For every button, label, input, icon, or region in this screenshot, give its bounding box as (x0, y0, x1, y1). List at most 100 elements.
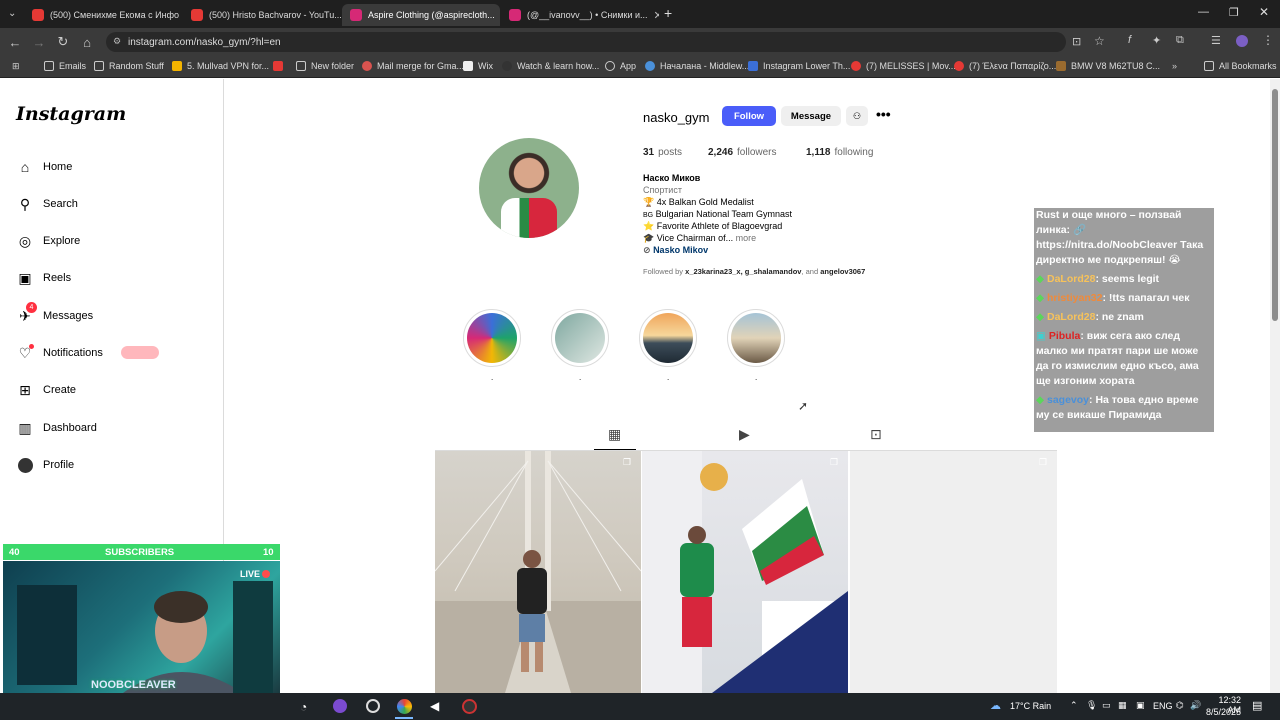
bookmark-app[interactable]: App (605, 61, 636, 71)
network-icon[interactable]: ⌬ (1176, 700, 1184, 711)
follow-button[interactable]: Follow (722, 106, 776, 126)
sidebar-item-create[interactable]: ⊞ Create (16, 378, 76, 402)
browser-tab-4[interactable]: (@__ivanovv__) • Снимки и... ✕ (501, 4, 659, 26)
weather-text[interactable]: 17°C Rain (1010, 701, 1051, 711)
taskbar-app-icon[interactable]: ◀ (430, 699, 439, 713)
sidebar-item-notifications[interactable]: ♡ Notifications (16, 341, 159, 365)
trophy-icon: 🏆 (643, 197, 655, 207)
side-panel-icon[interactable]: ☰ (1211, 34, 1221, 47)
clock-date[interactable]: 8/5/2025 (1203, 707, 1241, 717)
tray-icon[interactable]: ▣ (1136, 700, 1145, 711)
bookmark-mail-merge[interactable]: Mail merge for Gma... (362, 61, 464, 71)
following-count[interactable]: 1,118 following (806, 147, 873, 158)
bookmark-new-folder[interactable]: New folder (296, 61, 354, 71)
post-thumbnail-flag[interactable]: ❐ (642, 451, 848, 693)
install-icon[interactable]: ⊡ (1072, 35, 1081, 48)
bookmark-middleware[interactable]: Началана - Middlew... (645, 61, 749, 71)
volume-icon[interactable]: 🔊 (1190, 700, 1201, 711)
post-thumbnail-bridge[interactable]: ❐ (435, 451, 641, 693)
forward-icon[interactable]: → (27, 35, 51, 50)
chevron-right-icon[interactable]: » (1172, 61, 1177, 71)
sidebar-item-profile[interactable]: Profile (16, 453, 74, 477)
story-highlight-3[interactable] (639, 309, 697, 367)
close-tab-icon[interactable]: ✕ (648, 9, 660, 22)
bookmark-wix[interactable]: Wix (463, 61, 493, 71)
tab-posts-grid-icon[interactable]: ▦ (608, 426, 621, 443)
bookmark-youtube[interactable] (273, 61, 288, 71)
bookmark-label: Instagram Lower Th... (763, 61, 851, 71)
stream-chat-overlay: Rust и още много – ползвай линка: 🔗 http… (1034, 208, 1214, 432)
extension-f-icon[interactable]: f (1128, 34, 1131, 46)
bookmark-watch-learn[interactable]: Watch & learn how... (502, 61, 599, 71)
suggest-user-icon[interactable]: ⚇ (846, 106, 868, 126)
bookmark-bmw[interactable]: BMW V8 M62TU8 C... (1056, 61, 1160, 71)
browser-tab-1[interactable]: (500) Сменихме Екома с Инфо П...✕ (24, 4, 182, 26)
bookmark-melisses[interactable]: (7) MELISSES | Mov... (851, 61, 956, 71)
sidebar-item-messages[interactable]: ✈ 4 Messages (16, 302, 93, 328)
bookmark-emails[interactable]: Emails (44, 61, 86, 71)
mouse-cursor-icon: ➚ (798, 399, 809, 413)
home-browser-icon[interactable]: ⌂ (75, 35, 99, 50)
close-window-icon[interactable]: ✕ (1259, 5, 1269, 19)
url-text: instagram.com/nasko_gym/?hl=en (128, 36, 281, 48)
sidebar-item-reels[interactable]: ▣ Reels (16, 266, 71, 290)
taskbar-app-icon[interactable] (333, 699, 347, 713)
bookmark-instagram-lower[interactable]: Instagram Lower Th... (748, 61, 850, 71)
page-scrollbar[interactable] (1270, 79, 1280, 693)
all-bookmarks[interactable]: All Bookmarks (1204, 61, 1277, 71)
tab-tagged-icon[interactable]: ⊡ (870, 426, 882, 443)
show-hidden-icons[interactable]: ⌃ (1070, 700, 1078, 711)
language-indicator[interactable]: ENG (1153, 701, 1173, 711)
close-tab-icon[interactable]: ✕ (495, 9, 500, 22)
browser-tab-2[interactable]: (500) Hristo Bachvarov - YouTu...✕ (183, 4, 341, 26)
story-highlight-2[interactable] (551, 309, 609, 367)
taskbar-app-icon[interactable]: ◔ (300, 700, 307, 714)
browser-tab-3-active[interactable]: Aspire Clothing (@aspirecloth...✕ (342, 4, 500, 26)
bookmark-elena[interactable]: (7) Έλενα Παπαρίζο... (954, 61, 1056, 71)
more-link[interactable]: more (736, 233, 757, 243)
instagram-logo[interactable]: Instagram (16, 103, 126, 125)
tray-icon[interactable]: ▭ (1102, 700, 1111, 711)
apps-grid-icon[interactable]: ⊞ (12, 61, 20, 72)
new-tab-icon[interactable]: + (664, 5, 672, 21)
obs-icon[interactable] (462, 699, 477, 714)
extension-icon[interactable]: ✦ (1152, 34, 1161, 47)
mullvad-icon (172, 61, 182, 71)
post-thumbnail-loading[interactable]: ❐ (850, 451, 1057, 693)
tray-icon[interactable]: ▦ (1118, 700, 1127, 711)
bookmark-mullvad[interactable]: 5. Mullvad VPN for... (172, 61, 269, 71)
sidebar-item-explore[interactable]: ◎ Explore (16, 229, 80, 253)
url-bar[interactable]: ⚙ instagram.com/nasko_gym/?hl=en (106, 32, 1066, 52)
back-icon[interactable]: ← (3, 35, 27, 50)
sidebar-item-search[interactable]: ⚲ Search (16, 192, 78, 216)
microphone-icon[interactable]: 🎙 (1086, 700, 1097, 711)
sidebar-item-home[interactable]: ⌂ Home (16, 155, 73, 179)
message-button[interactable]: Message (781, 106, 841, 126)
story-highlight-1[interactable] (463, 309, 521, 367)
tab-list-icon[interactable]: ⌄ (8, 8, 20, 20)
reload-icon[interactable]: ↻ (51, 34, 75, 50)
tab-reels-icon[interactable]: ▶ (739, 426, 750, 443)
bookmark-random-stuff[interactable]: Random Stuff (94, 61, 164, 71)
minimize-icon[interactable]: — (1198, 6, 1209, 18)
active-app-indicator (395, 717, 413, 719)
followers-count[interactable]: 2,246 followers (708, 147, 777, 158)
profile-avatar-icon[interactable] (1236, 35, 1248, 47)
menu-kebab-icon[interactable]: ⋮ (1262, 33, 1274, 47)
chrome-icon[interactable] (397, 699, 412, 714)
restore-icon[interactable]: ❐ (1229, 6, 1239, 19)
bookmark-star-icon[interactable]: ☆ (1094, 34, 1105, 48)
sidebar-item-dashboard[interactable]: ▥ Dashboard (16, 416, 96, 440)
profile-link[interactable]: ⊘ Nasko Mikov (643, 245, 708, 256)
options-icon[interactable]: ••• (876, 106, 891, 122)
chat-message: ◆ DaLord28: ne znam (1036, 310, 1212, 325)
followed-by[interactable]: Followed by x_23karina23_x, g_shalamando… (643, 267, 865, 276)
taskbar-app-icon[interactable] (366, 699, 380, 713)
scrollbar-thumb[interactable] (1272, 89, 1278, 321)
extensions-puzzle-icon[interactable]: ⧉ (1176, 34, 1184, 47)
site-info-icon[interactable]: ⚙ (113, 36, 121, 47)
profile-avatar[interactable] (479, 138, 579, 238)
link-icon: ⊘ (643, 245, 651, 255)
story-highlight-4[interactable] (727, 309, 785, 367)
notification-center-icon[interactable]: ▤ (1252, 699, 1262, 712)
